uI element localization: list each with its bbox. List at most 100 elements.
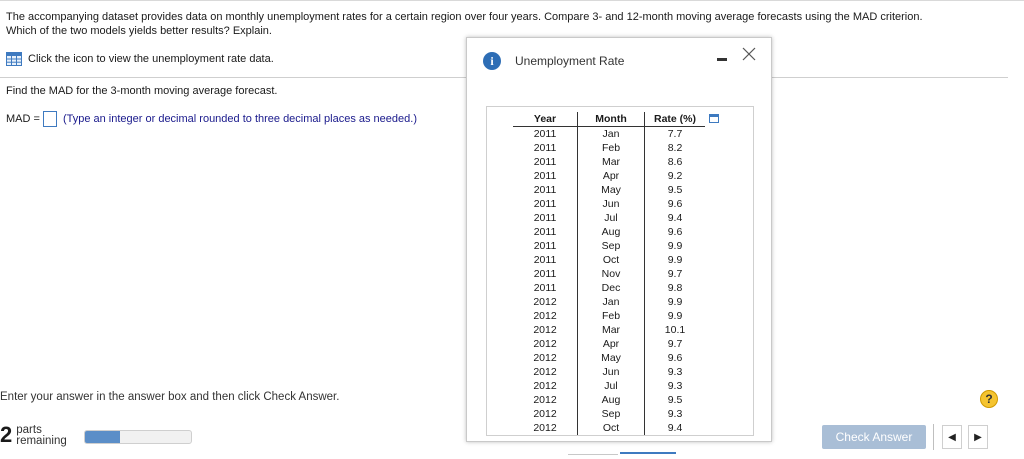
cell-month: Oct bbox=[577, 421, 645, 435]
cell-month: Mar bbox=[577, 323, 645, 337]
minimize-button[interactable] bbox=[715, 50, 729, 64]
dialog-title: Unemployment Rate bbox=[515, 54, 625, 68]
table-row: 2011 Apr 9.2 bbox=[513, 169, 705, 183]
cell-month: Dec bbox=[577, 281, 645, 295]
table-row: 2011 Jul 9.4 bbox=[513, 211, 705, 225]
cell-year: 2012 bbox=[533, 394, 557, 406]
cell-rate: 9.7 bbox=[667, 338, 683, 350]
table-row: 2012 Mar 10.1 bbox=[513, 323, 705, 337]
cell-year: 2011 bbox=[533, 240, 557, 252]
table-row: 2011 Aug 9.6 bbox=[513, 225, 705, 239]
bottom-tab-active[interactable] bbox=[620, 452, 676, 459]
cell-month: Feb bbox=[577, 309, 645, 323]
cell-year: 2011 bbox=[533, 142, 557, 154]
next-button[interactable]: ▶ bbox=[968, 425, 988, 449]
cell-month: Oct bbox=[577, 253, 645, 267]
data-table-icon[interactable] bbox=[6, 52, 22, 66]
top-border bbox=[0, 0, 1024, 1]
cell-year: 2012 bbox=[533, 338, 557, 350]
progress-fill bbox=[85, 431, 120, 443]
cell-month: Feb bbox=[577, 141, 645, 155]
table-row: 2011 Jan 7.7 bbox=[513, 126, 705, 141]
parts-remaining: 2 parts remaining bbox=[0, 422, 67, 447]
table-row: 2012 Jul 9.3 bbox=[513, 379, 705, 393]
cell-rate: 9.9 bbox=[667, 240, 683, 252]
view-data-label[interactable]: Click the icon to view the unemployment … bbox=[28, 53, 274, 65]
answer-instruction: Enter your answer in the answer box and … bbox=[0, 391, 340, 403]
cell-rate: 9.4 bbox=[667, 212, 683, 224]
parts-count: 2 bbox=[0, 422, 13, 447]
data-panel: Year Month Rate (%) 2011 Jan 7.7 2011 Feb 8.2… bbox=[486, 106, 754, 436]
previous-button[interactable]: ◀ bbox=[942, 425, 962, 449]
help-button[interactable]: ? bbox=[980, 390, 998, 408]
mad-answer-input[interactable] bbox=[42, 111, 57, 127]
table-row: 2011 Oct 9.9 bbox=[513, 253, 705, 267]
cell-year: 2012 bbox=[533, 296, 557, 308]
table-row: 2012 Oct 9.4 bbox=[513, 421, 705, 435]
cell-rate: 9.5 bbox=[667, 184, 683, 196]
question-line-2: Which of the two models yields better re… bbox=[6, 25, 272, 37]
cell-rate: 10.1 bbox=[664, 324, 686, 336]
cell-month: Aug bbox=[577, 225, 645, 239]
cell-month: May bbox=[577, 351, 645, 365]
cell-year: 2012 bbox=[533, 422, 557, 434]
cell-year: 2012 bbox=[533, 310, 557, 322]
cell-rate: 9.7 bbox=[667, 268, 683, 280]
cell-year: 2012 bbox=[533, 408, 557, 420]
cell-rate: 9.6 bbox=[667, 226, 683, 238]
cell-year: 2011 bbox=[533, 170, 557, 182]
cell-year: 2011 bbox=[533, 184, 557, 196]
cell-year: 2011 bbox=[533, 212, 557, 224]
copy-icon[interactable] bbox=[709, 114, 719, 123]
triangle-left-icon: ◀ bbox=[948, 431, 956, 443]
table-row: 2012 May 9.6 bbox=[513, 351, 705, 365]
table-row: 2012 Jan 9.9 bbox=[513, 295, 705, 309]
unemployment-rate-dialog: i Unemployment Rate Year Month Rate (%) … bbox=[466, 37, 772, 442]
table-row: 2012 Feb 9.9 bbox=[513, 309, 705, 323]
cell-rate: 9.3 bbox=[667, 380, 683, 392]
mad-label: MAD = bbox=[6, 113, 40, 125]
column-header-year: Year bbox=[513, 112, 578, 127]
table-row: 2012 Aug 9.5 bbox=[513, 393, 705, 407]
cell-year: 2011 bbox=[533, 268, 557, 280]
cell-year: 2012 bbox=[533, 352, 557, 364]
cell-month: Jun bbox=[577, 197, 645, 211]
cell-rate: 9.8 bbox=[667, 282, 683, 294]
cell-rate: 9.3 bbox=[667, 408, 683, 420]
table-row: 2011 Jun 9.6 bbox=[513, 197, 705, 211]
table-row: 2011 Nov 9.7 bbox=[513, 267, 705, 281]
cell-month: Jun bbox=[577, 365, 645, 379]
cell-year: 2011 bbox=[533, 254, 557, 266]
unemployment-table: Year Month Rate (%) 2011 Jan 7.7 2011 Feb 8.2… bbox=[513, 112, 705, 435]
question-line-1: The accompanying dataset provides data o… bbox=[6, 11, 923, 23]
table-row: 2011 May 9.5 bbox=[513, 183, 705, 197]
triangle-right-icon: ▶ bbox=[974, 431, 982, 443]
check-answer-button[interactable]: Check Answer bbox=[822, 425, 926, 449]
cell-year: 2011 bbox=[533, 282, 557, 294]
column-header-rate: Rate (%) bbox=[644, 112, 705, 127]
bottom-tab[interactable] bbox=[568, 454, 618, 458]
cell-month: Mar bbox=[577, 155, 645, 169]
remaining-label: remaining bbox=[16, 435, 67, 447]
cell-month: Jul bbox=[577, 211, 645, 225]
nav-separator bbox=[933, 424, 934, 450]
cell-rate: 9.9 bbox=[667, 254, 683, 266]
cell-month: Jan bbox=[577, 126, 645, 141]
mad-answer-row: MAD = (Type an integer or decimal rounde… bbox=[6, 111, 417, 127]
cell-month: Apr bbox=[577, 337, 645, 351]
cell-month: Jul bbox=[577, 379, 645, 393]
column-header-month: Month bbox=[577, 112, 645, 127]
close-icon[interactable] bbox=[741, 46, 757, 62]
cell-rate: 9.9 bbox=[667, 296, 683, 308]
info-icon: i bbox=[483, 52, 501, 70]
parts-labels: parts remaining bbox=[16, 424, 67, 447]
table-row: 2011 Sep 9.9 bbox=[513, 239, 705, 253]
part-prompt: Find the MAD for the 3-month moving aver… bbox=[6, 85, 278, 97]
cell-month: Sep bbox=[577, 407, 645, 421]
cell-month: Nov bbox=[577, 267, 645, 281]
table-row: 2011 Dec 9.8 bbox=[513, 281, 705, 295]
view-data-link[interactable]: Click the icon to view the unemployment … bbox=[6, 52, 274, 66]
table-row: 2011 Feb 8.2 bbox=[513, 141, 705, 155]
dialog-header[interactable]: i Unemployment Rate bbox=[467, 38, 771, 78]
cell-year: 2011 bbox=[533, 198, 557, 210]
